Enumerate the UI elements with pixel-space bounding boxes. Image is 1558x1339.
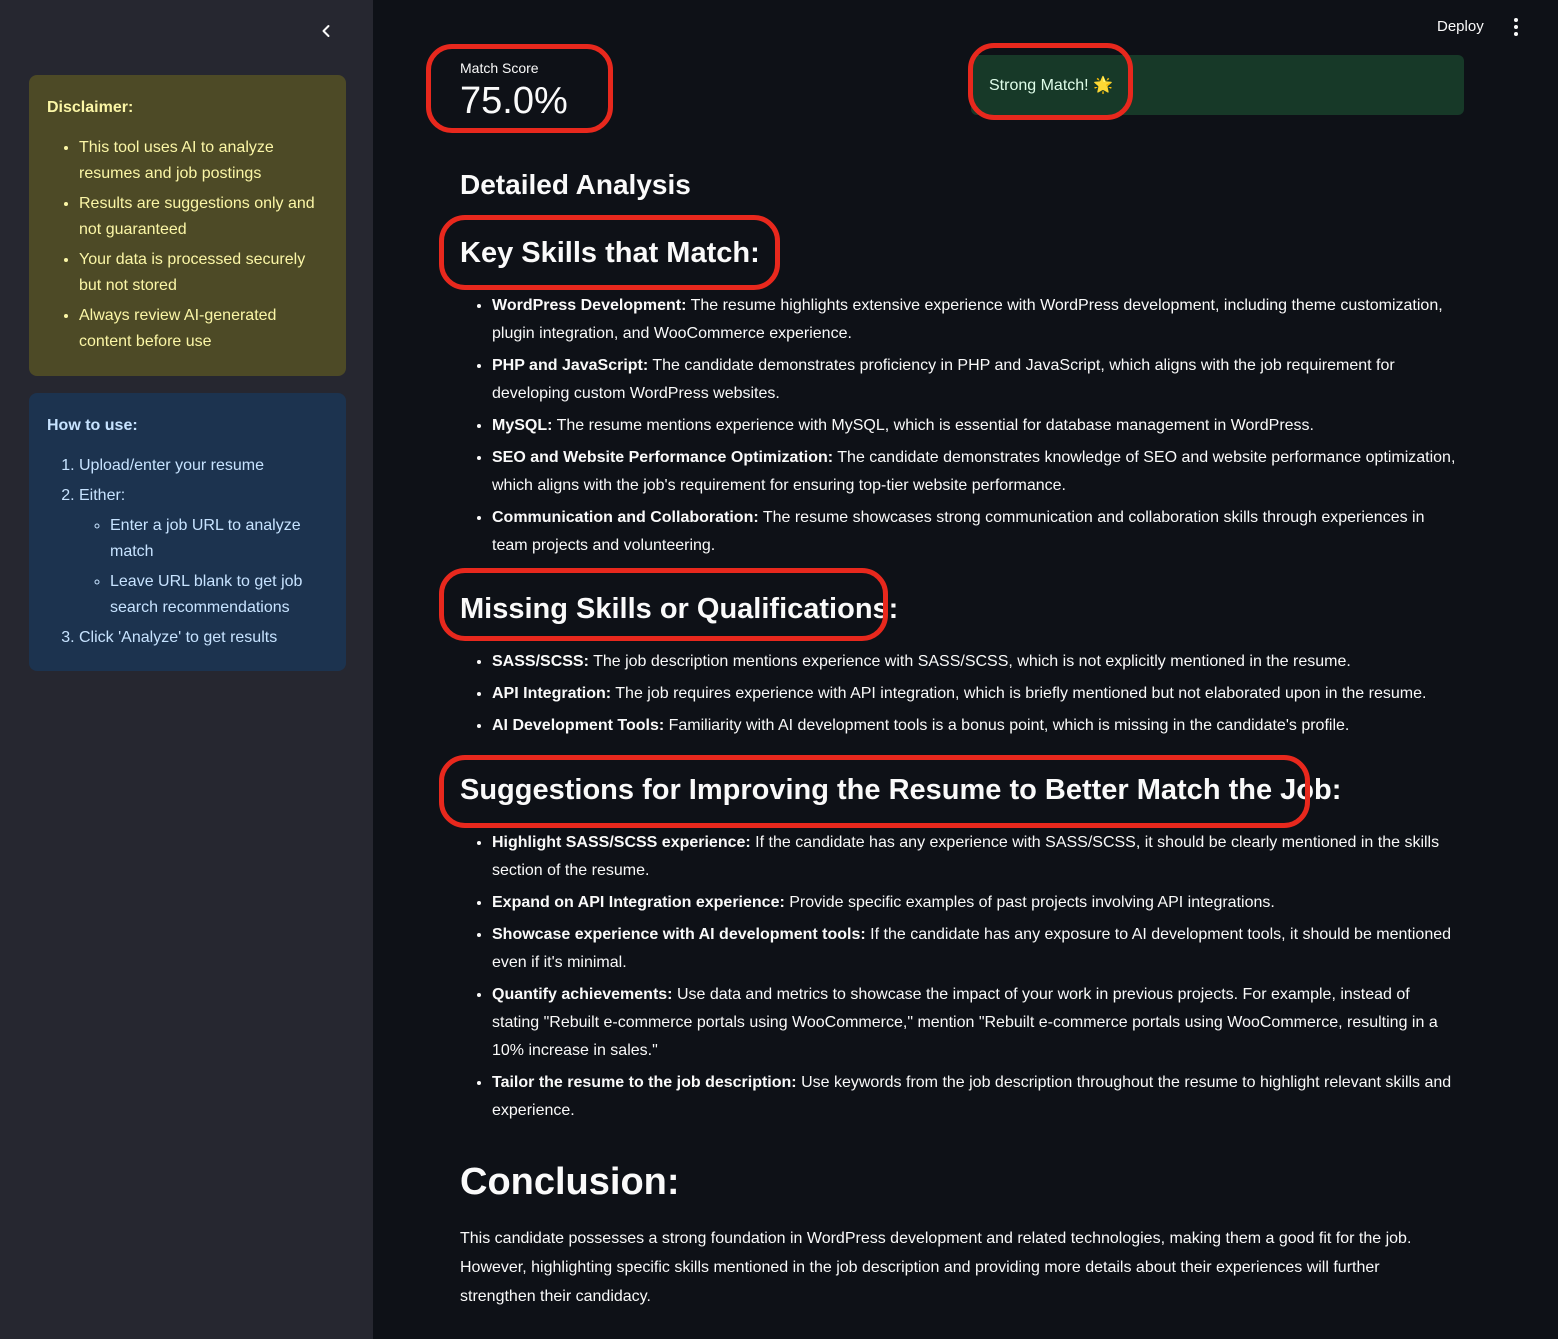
item-term: API Integration: — [492, 685, 612, 702]
list-item: Highlight SASS/SCSS experience: If the c… — [492, 829, 1460, 885]
list-item: Your data is processed securely but not … — [79, 247, 328, 299]
sub-step-item: Enter a job URL to analyze match — [110, 513, 328, 565]
more-vertical-icon — [1514, 18, 1518, 36]
item-text: Provide specific examples of past projec… — [784, 894, 1275, 911]
step-item: Click 'Analyze' to get results — [79, 625, 328, 651]
suggestions-list: Highlight SASS/SCSS experience: If the c… — [460, 829, 1460, 1129]
metric-value: 75.0% — [460, 80, 568, 122]
kebab-menu-icon[interactable] — [1506, 14, 1526, 40]
list-item: Always review AI-generated content befor… — [79, 303, 328, 355]
sidebar: Disclaimer: This tool uses AI to analyze… — [0, 0, 373, 1339]
suggestions-heading: Suggestions for Improving the Resume to … — [460, 774, 1342, 806]
key-skills-heading: Key Skills that Match: — [460, 237, 760, 269]
item-term: SEO and Website Performance Optimization… — [492, 449, 834, 466]
status-badge: Strong Match! 🌟 — [971, 55, 1464, 115]
missing-skills-list: SASS/SCSS: The job description mentions … — [460, 648, 1460, 744]
list-item: AI Development Tools: Familiarity with A… — [492, 712, 1460, 740]
step-item: Upload/enter your resume — [79, 453, 328, 479]
list-item: SEO and Website Performance Optimization… — [492, 444, 1460, 500]
item-term: PHP and JavaScript: — [492, 357, 649, 374]
step-item: Either: Enter a job URL to analyze match… — [79, 483, 328, 621]
item-text: The job description mentions experience … — [588, 653, 1351, 670]
chevron-left-icon — [322, 25, 330, 37]
page-title: Detailed Analysis — [460, 169, 691, 200]
step-label: Either: — [79, 487, 126, 504]
list-item: Expand on API Integration experience: Pr… — [492, 889, 1460, 917]
list-item: Tailor the resume to the job description… — [492, 1069, 1460, 1125]
list-item: API Integration: The job requires experi… — [492, 680, 1460, 708]
item-term: Tailor the resume to the job description… — [492, 1074, 797, 1091]
disclaimer-list: This tool uses AI to analyze resumes and… — [47, 135, 328, 355]
item-term: Expand on API Integration experience: — [492, 894, 785, 911]
item-term: WordPress Development: — [492, 297, 687, 314]
list-item: Quantify achievements: Use data and metr… — [492, 981, 1460, 1065]
conclusion-text: This candidate possesses a strong founda… — [460, 1230, 1412, 1305]
metric-label: Match Score — [460, 60, 539, 76]
list-item: This tool uses AI to analyze resumes and… — [79, 135, 328, 187]
how-to-steps: Upload/enter your resume Either: Enter a… — [47, 453, 328, 651]
list-item: Showcase experience with AI development … — [492, 921, 1460, 977]
key-skills-list: WordPress Development: The resume highli… — [460, 292, 1460, 564]
item-text: The resume mentions experience with MySQ… — [552, 417, 1314, 434]
item-term: AI Development Tools: — [492, 717, 665, 734]
list-item: Results are suggestions only and not gua… — [79, 191, 328, 243]
list-item: WordPress Development: The resume highli… — [492, 292, 1460, 348]
deploy-button[interactable]: Deploy — [1429, 14, 1492, 40]
list-item: PHP and JavaScript: The candidate demons… — [492, 352, 1460, 408]
item-term: Communication and Collaboration: — [492, 509, 759, 526]
item-term: Showcase experience with AI development … — [492, 926, 866, 943]
missing-skills-heading: Missing Skills or Qualifications: — [460, 593, 899, 625]
item-text: Familiarity with AI development tools is… — [664, 717, 1350, 734]
sub-step-item: Leave URL blank to get job search recomm… — [110, 569, 328, 621]
item-text: The job requires experience with API int… — [611, 685, 1427, 702]
step-sub-list: Enter a job URL to analyze match Leave U… — [79, 513, 328, 621]
match-score-metric: Match Score 75.0% — [460, 58, 568, 124]
list-item: MySQL: The resume mentions experience wi… — [492, 412, 1460, 440]
list-item: Communication and Collaboration: The res… — [492, 504, 1460, 560]
status-text: Strong Match! 🌟 — [989, 77, 1113, 94]
list-item: SASS/SCSS: The job description mentions … — [492, 648, 1460, 676]
item-term: MySQL: — [492, 417, 553, 434]
how-to-panel: How to use: Upload/enter your resume Eit… — [29, 393, 346, 671]
how-to-title: How to use: — [47, 417, 138, 434]
disclaimer-panel: Disclaimer: This tool uses AI to analyze… — [29, 75, 346, 376]
item-term: Highlight SASS/SCSS experience: — [492, 834, 751, 851]
item-term: SASS/SCSS: — [492, 653, 589, 670]
disclaimer-title: Disclaimer: — [47, 99, 134, 116]
item-term: Quantify achievements: — [492, 986, 673, 1003]
conclusion-heading: Conclusion: — [460, 1161, 680, 1203]
collapse-sidebar-button[interactable] — [314, 18, 338, 44]
